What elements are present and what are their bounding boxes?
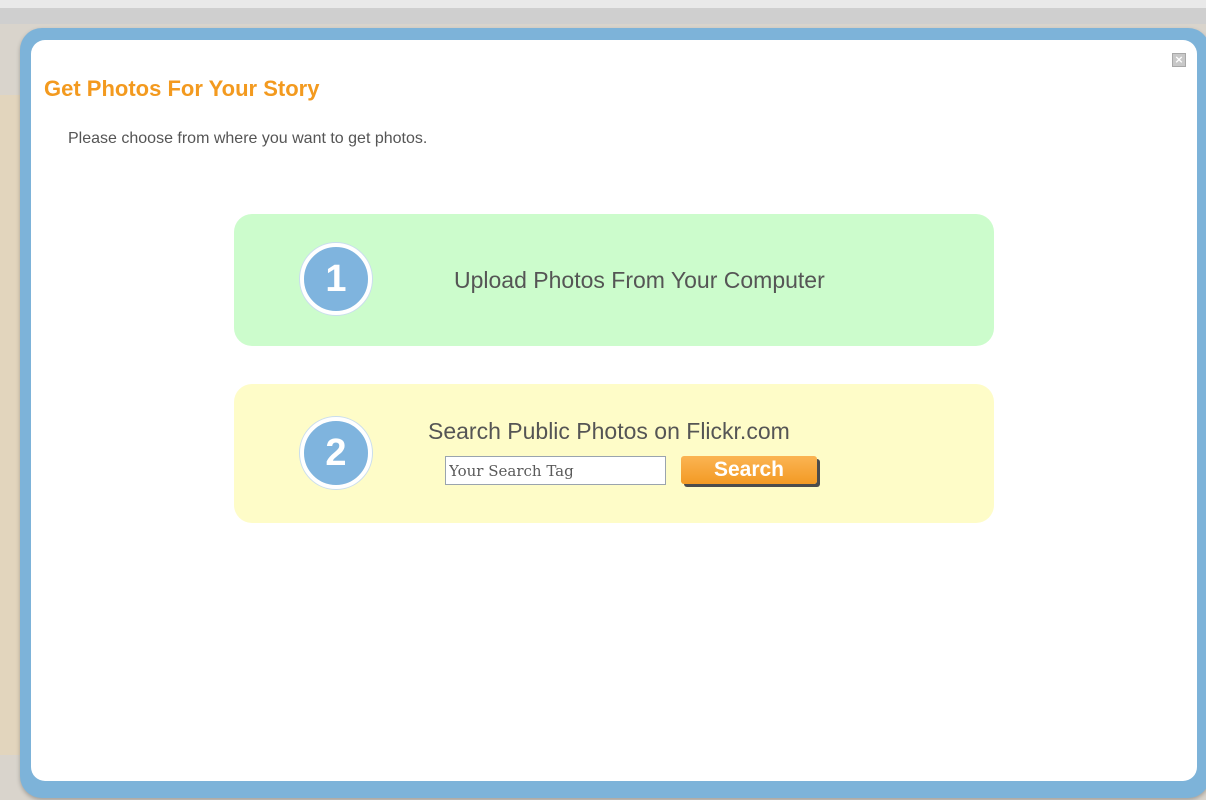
dialog-body: × Get Photos For Your Story Please choos… <box>31 40 1197 781</box>
search-tag-input[interactable] <box>445 456 666 485</box>
upload-photos-option[interactable]: 1 Upload Photos From Your Computer <box>234 214 994 346</box>
close-icon[interactable]: × <box>1172 53 1186 67</box>
dialog-title: Get Photos For Your Story <box>44 76 320 101</box>
upload-photos-label[interactable]: Upload Photos From Your Computer <box>454 267 825 294</box>
step-1-badge: 1 <box>300 243 372 315</box>
background-page-edge <box>0 95 20 755</box>
search-button[interactable]: Search <box>681 456 817 484</box>
dialog-subtitle: Please choose from where you want to get… <box>68 130 428 147</box>
flickr-search-option: 2 Search Public Photos on Flickr.com Sea… <box>234 384 994 523</box>
flickr-search-label: Search Public Photos on Flickr.com <box>428 418 790 444</box>
photo-source-dialog: × Get Photos For Your Story Please choos… <box>20 28 1206 798</box>
step-2-badge: 2 <box>300 417 372 489</box>
